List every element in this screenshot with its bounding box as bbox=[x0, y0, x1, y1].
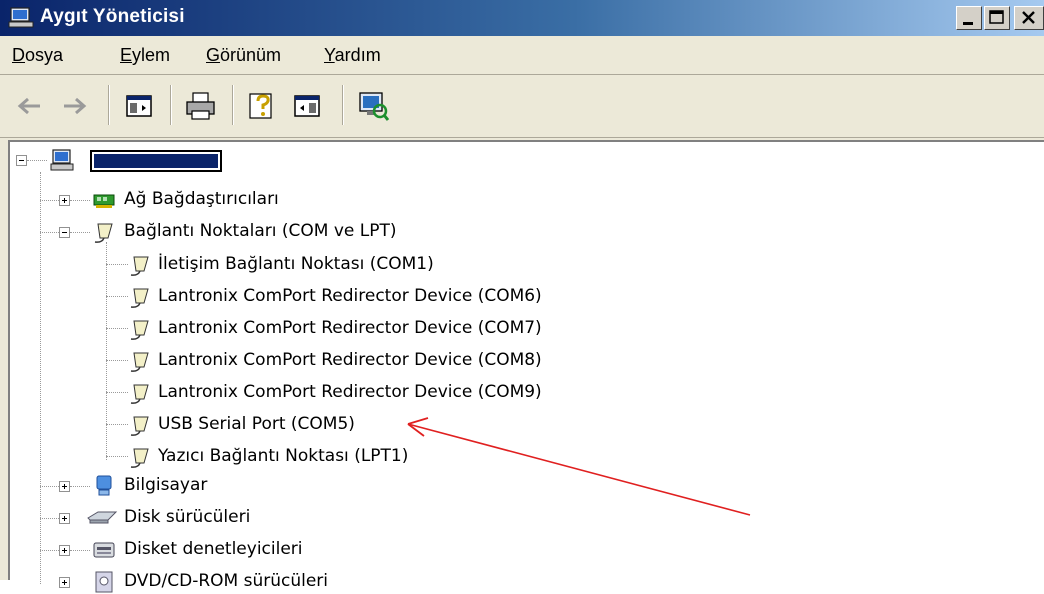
expand-computer[interactable] bbox=[59, 481, 70, 492]
tree-connector bbox=[106, 392, 128, 393]
disk-drive-icon bbox=[87, 511, 118, 524]
tree-connector bbox=[27, 160, 47, 161]
close-icon bbox=[1022, 11, 1035, 24]
tree-connector bbox=[70, 550, 90, 551]
selection-highlight bbox=[94, 154, 218, 168]
port-device-item[interactable]: Lantronix ComPort Redirector Device (COM… bbox=[158, 318, 542, 338]
tree-connector bbox=[106, 360, 128, 361]
minimize-icon bbox=[963, 22, 973, 25]
port-connector-icon bbox=[130, 256, 149, 276]
title-bar[interactable]: Aygıt Yöneticisi bbox=[0, 0, 1044, 36]
port-connector-icon bbox=[130, 352, 149, 372]
menu-eylem[interactable]: Eylem bbox=[120, 45, 170, 66]
toolbar-separator bbox=[342, 85, 344, 125]
tree-connector bbox=[70, 200, 90, 201]
category-network-adapters[interactable]: Ağ Bağdaştırıcıları bbox=[124, 189, 279, 209]
tree-connector bbox=[106, 296, 128, 297]
port-device-item[interactable]: Lantronix ComPort Redirector Device (COM… bbox=[158, 382, 542, 402]
network-adapter-icon bbox=[93, 194, 115, 208]
properties-pane-icon[interactable] bbox=[290, 89, 324, 123]
device-manager-window: Aygıt Yöneticisi Dosya Eylem Görünüm Yar… bbox=[0, 0, 1044, 593]
expand-network-adapters[interactable] bbox=[59, 195, 70, 206]
tree-connector bbox=[106, 264, 128, 265]
tree-connector bbox=[40, 550, 59, 551]
category-ports[interactable]: Bağlantı Noktaları (COM ve LPT) bbox=[124, 221, 397, 241]
tree-connector bbox=[40, 518, 59, 519]
floppy-controller-icon bbox=[93, 542, 115, 558]
category-computer[interactable]: Bilgisayar bbox=[124, 475, 207, 495]
port-device-item[interactable]: Yazıcı Bağlantı Noktası (LPT1) bbox=[158, 446, 408, 466]
computer-icon bbox=[50, 149, 74, 171]
maximize-icon bbox=[989, 10, 1004, 24]
collapse-root-expander[interactable] bbox=[16, 155, 27, 166]
tree-connector bbox=[40, 172, 41, 584]
port-connector-icon bbox=[130, 288, 149, 308]
tree-connector bbox=[40, 486, 59, 487]
forward-arrow-icon[interactable] bbox=[58, 89, 92, 123]
port-device-item[interactable]: Lantronix ComPort Redirector Device (COM… bbox=[158, 286, 542, 306]
port-connector-icon bbox=[130, 448, 149, 468]
menu-dosya[interactable]: Dosya bbox=[12, 45, 63, 66]
minimize-button[interactable] bbox=[956, 6, 982, 30]
category-floppy-controllers[interactable]: Disket denetleyicileri bbox=[124, 539, 303, 559]
back-arrow-icon[interactable] bbox=[12, 89, 46, 123]
port-device-item[interactable]: USB Serial Port (COM5) bbox=[158, 414, 355, 434]
tree-connector bbox=[70, 486, 90, 487]
category-dvd-drives[interactable]: DVD/CD-ROM sürücüleri bbox=[124, 571, 328, 591]
port-connector-icon bbox=[130, 384, 149, 404]
expand-floppy-controllers[interactable] bbox=[59, 545, 70, 556]
scan-hardware-changes-icon[interactable] bbox=[356, 89, 390, 123]
category-disk-drives[interactable]: Disk sürücüleri bbox=[124, 507, 250, 527]
print-icon[interactable] bbox=[184, 89, 218, 123]
port-device-item[interactable]: İletişim Bağlantı Noktası (COM1) bbox=[158, 254, 434, 274]
tree-connector bbox=[40, 232, 59, 233]
port-device-item[interactable]: Lantronix ComPort Redirector Device (COM… bbox=[158, 350, 542, 370]
menu-yardim[interactable]: Yardım bbox=[324, 45, 381, 66]
root-computer-name-selected[interactable] bbox=[90, 150, 222, 172]
port-connector-icon bbox=[130, 320, 149, 340]
toolbar-separator bbox=[232, 85, 234, 125]
collapse-ports[interactable] bbox=[59, 227, 70, 238]
menu-gorunum[interactable]: Görünüm bbox=[206, 45, 281, 66]
toolbar bbox=[0, 75, 1044, 138]
device-manager-icon bbox=[8, 7, 34, 28]
maximize-button[interactable] bbox=[984, 6, 1010, 30]
expand-dvd-drives[interactable] bbox=[59, 577, 70, 588]
show-hide-console-tree-icon[interactable] bbox=[122, 89, 156, 123]
port-connector-icon bbox=[130, 416, 149, 436]
close-button[interactable] bbox=[1014, 6, 1044, 30]
menu-bar: Dosya Eylem Görünüm Yardım bbox=[0, 36, 1044, 75]
tree-connector bbox=[70, 232, 90, 233]
toolbar-separator bbox=[108, 85, 110, 125]
device-tree[interactable]: Ağ Bağdaştırıcıları Bağlantı Noktaları (… bbox=[8, 140, 1044, 593]
monitor-icon bbox=[96, 475, 112, 496]
dvd-drive-icon bbox=[95, 571, 113, 593]
tree-connector bbox=[106, 242, 107, 460]
toolbar-separator bbox=[170, 85, 172, 125]
port-connector-icon bbox=[94, 223, 113, 243]
tree-connector bbox=[106, 328, 128, 329]
help-icon[interactable] bbox=[246, 89, 280, 123]
tree-connector bbox=[106, 456, 128, 457]
tree-connector bbox=[106, 424, 128, 425]
tree-connector bbox=[40, 200, 59, 201]
window-title: Aygıt Yöneticisi bbox=[40, 6, 185, 27]
expand-disk-drives[interactable] bbox=[59, 513, 70, 524]
